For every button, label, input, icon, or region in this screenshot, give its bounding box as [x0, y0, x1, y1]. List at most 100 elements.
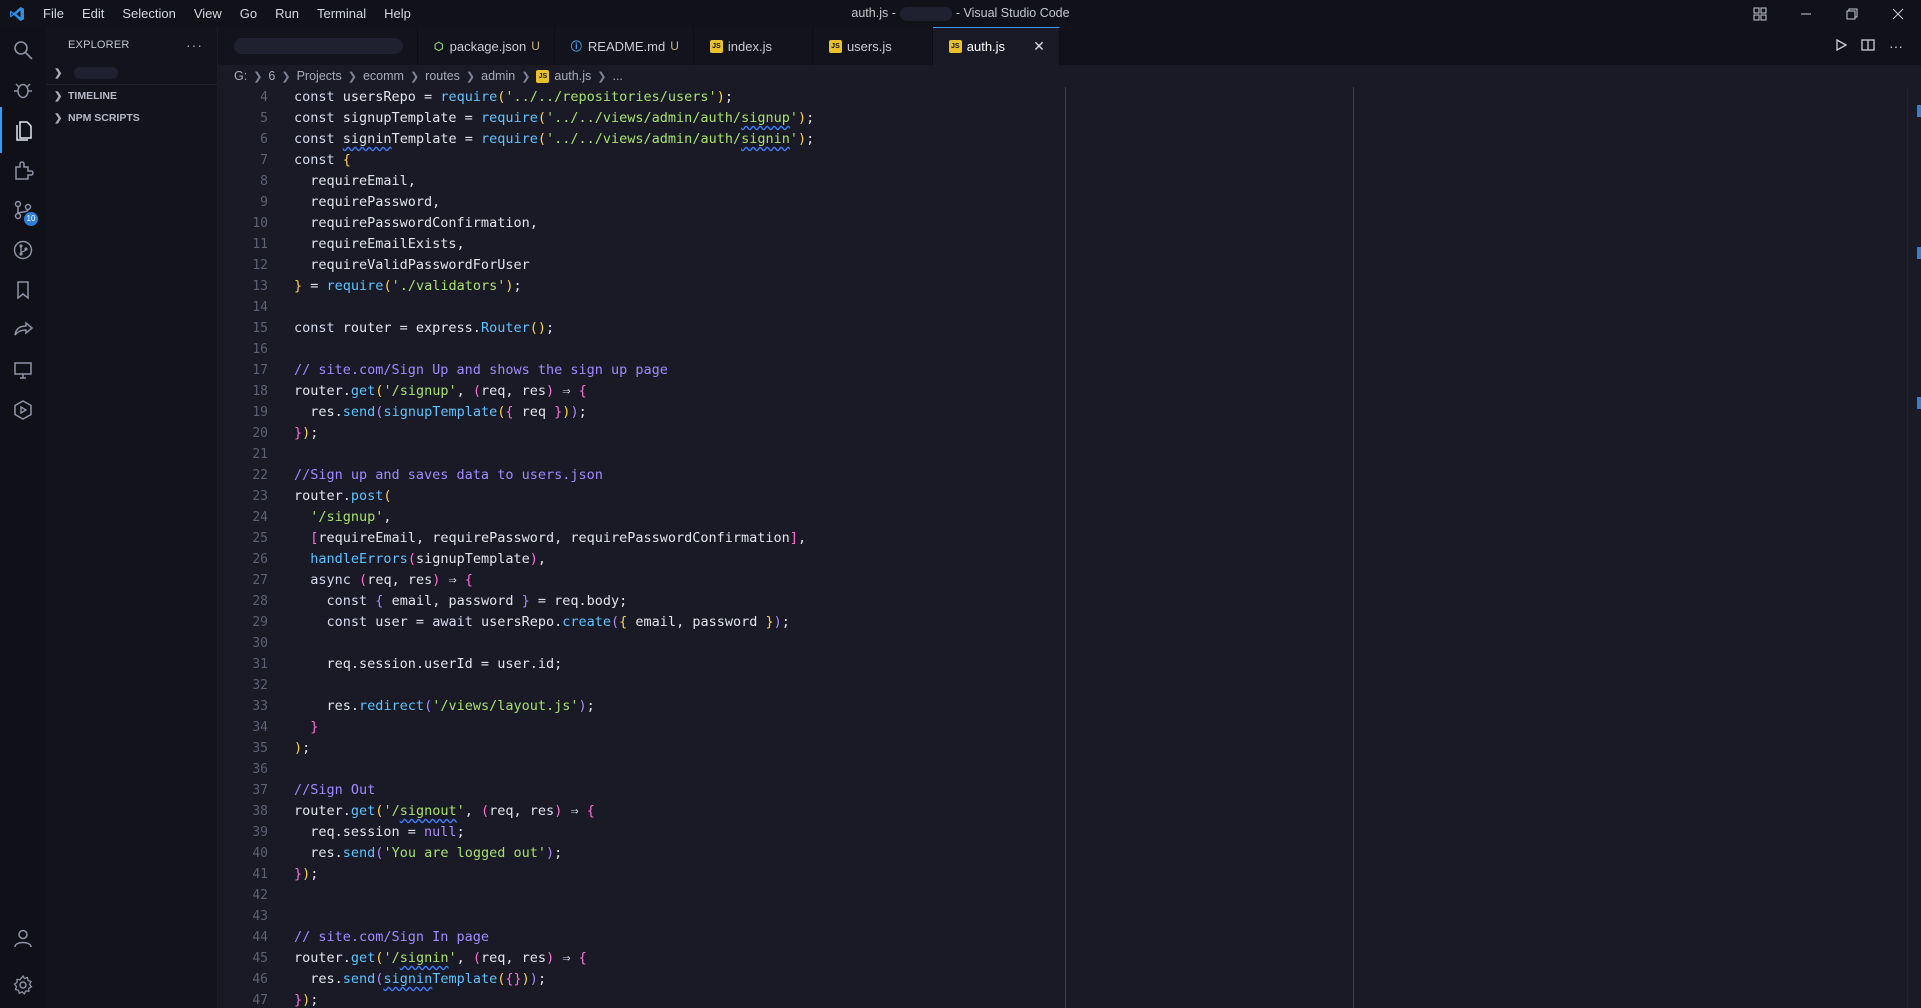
redacted-workspace-name	[74, 67, 118, 79]
code-lines: const usersRepo = require('../../reposit…	[294, 87, 814, 1008]
vertical-scrollbar[interactable]	[1907, 87, 1921, 1008]
tab-label: users.js	[846, 38, 892, 54]
line-number: 16	[252, 342, 268, 357]
breadcrumb: G: ❯ 6 ❯ Projects ❯ ecomm ❯ routes ❯ admin ❯ J…	[218, 65, 1921, 87]
timeline-section[interactable]: ❯ TIMELINE	[46, 85, 217, 107]
code-line: res.send(signinTemplate({}));	[294, 971, 547, 987]
tab-redacted[interactable]	[218, 27, 418, 65]
menu-run[interactable]: Run	[266, 0, 308, 27]
line-number: 9	[260, 195, 268, 210]
menu-go[interactable]: Go	[231, 0, 266, 27]
menu-help[interactable]: Help	[375, 0, 420, 27]
breadcrumb-item[interactable]: ecomm	[363, 69, 404, 83]
code-line: handleErrors(signupTemplate),	[310, 551, 547, 567]
window-title-file: auth.js -	[851, 6, 896, 20]
menu-view[interactable]: View	[185, 0, 231, 27]
editor-actions: ···	[1835, 27, 1921, 65]
restore-icon[interactable]	[1829, 0, 1875, 27]
line-number: 24	[252, 510, 268, 525]
editor-tab-bar: ⬡ package.json U ⓘ README.md U JS index.…	[218, 27, 1921, 65]
line-number: 12	[252, 258, 268, 273]
code-editor[interactable]: 4 5 6 7 8 9 10 11 12 13 14 15 16 17 18 19 20 21 22 23 24 25 26…	[218, 87, 1921, 1008]
line-number: 22	[252, 468, 268, 483]
split-editor-icon[interactable]	[1861, 38, 1875, 55]
run-icon[interactable]	[1835, 38, 1848, 54]
breadcrumb-item[interactable]: G:	[234, 69, 247, 83]
npm-scripts-section[interactable]: ❯ NPM SCRIPTS	[46, 107, 217, 129]
menu-selection[interactable]: Selection	[113, 0, 184, 27]
json-file-icon: ⬡	[434, 40, 444, 53]
code-line: });	[294, 866, 319, 882]
menu-edit[interactable]: Edit	[73, 0, 113, 27]
line-number: 40	[252, 846, 268, 861]
tab-label: package.json	[449, 38, 527, 54]
minimize-icon[interactable]	[1783, 0, 1829, 27]
more-actions-icon[interactable]: ···	[1889, 38, 1903, 54]
line-number: 14	[252, 300, 268, 315]
more-actions-icon[interactable]: ···	[186, 37, 203, 53]
js-file-icon: JS	[948, 40, 962, 53]
code-line: res.send('You are logged out');	[294, 845, 563, 861]
code-line: //Sign up and saves data to users.json	[294, 467, 603, 483]
line-number: 6	[260, 132, 268, 147]
timeline-label: TIMELINE	[68, 90, 117, 102]
breadcrumb-item[interactable]: Projects	[297, 69, 342, 83]
code-line: const usersRepo = require('../../reposit…	[294, 89, 733, 105]
info-icon: ⓘ	[570, 41, 582, 53]
menu-terminal[interactable]: Terminal	[308, 0, 375, 27]
explorer-header: EXPLORER ···	[46, 27, 217, 62]
js-file-icon: JS	[536, 69, 550, 83]
code-line: const user = await usersRepo.create({ em…	[326, 614, 790, 630]
code-line: router.post(	[294, 488, 392, 504]
line-number: 13	[252, 279, 268, 294]
code-line: //Sign Out	[294, 782, 376, 798]
line-number: 37	[252, 783, 268, 798]
layout-icon[interactable]	[1737, 0, 1783, 27]
code-line: router.get('/signin', (req, res) ⇒ {	[294, 950, 587, 966]
code-line: requireEmailExists,	[294, 236, 465, 252]
breadcrumb-item[interactable]: ...	[612, 69, 622, 83]
chevron-right-icon: ❯	[347, 70, 357, 83]
menu-bar: File Edit Selection View Go Run Terminal…	[34, 0, 420, 27]
tab-readme-md[interactable]: ⓘ README.md U	[554, 27, 694, 65]
code-line: [requireEmail, requirePassword, requireP…	[310, 530, 807, 546]
code-line: requireValidPasswordForUser	[294, 257, 530, 273]
line-number-gutter: 4 5 6 7 8 9 10 11 12 13 14 15 16 17 18 19 20 21 22 23 24 25 26…	[218, 87, 268, 1008]
account-icon[interactable]	[0, 915, 46, 961]
line-number: 35	[252, 741, 268, 756]
breadcrumb-item[interactable]: routes	[425, 69, 460, 83]
tab-auth-js[interactable]: JS auth.js ✕	[932, 27, 1060, 65]
line-number: 31	[252, 657, 268, 672]
line-number: 18	[252, 384, 268, 399]
code-line: req.session.userId = user.id;	[294, 656, 563, 672]
close-window-icon[interactable]	[1875, 0, 1921, 27]
workspace-folder-section[interactable]: ❯	[46, 62, 217, 84]
breadcrumb-item[interactable]: 6	[268, 69, 275, 83]
window-controls	[1737, 0, 1921, 27]
line-number: 10	[252, 216, 268, 231]
tab-package-json[interactable]: ⬡ package.json U	[418, 27, 555, 65]
breadcrumb-item[interactable]: admin	[481, 69, 515, 83]
code-line: const signinTemplate = require('../../vi…	[294, 131, 815, 147]
chevron-right-icon: ❯	[409, 70, 420, 83]
breadcrumb-item[interactable]: auth.js	[554, 69, 591, 83]
line-number: 20	[252, 426, 268, 441]
run-tests-icon[interactable]	[0, 387, 46, 433]
line-number: 17	[252, 363, 268, 378]
tab-index-js[interactable]: JS index.js	[693, 27, 813, 65]
code-line: res.redirect('/views/layout.js');	[294, 698, 595, 714]
code-line: requireEmail,	[294, 173, 416, 189]
tab-users-js[interactable]: JS users.js	[812, 27, 933, 65]
js-file-icon: JS	[828, 39, 842, 53]
settings-gear-icon[interactable]	[0, 962, 46, 1008]
code-line: const {	[294, 152, 351, 168]
close-tab-icon[interactable]: ✕	[1033, 38, 1045, 55]
menu-file[interactable]: File	[34, 0, 73, 27]
code-line: });	[294, 992, 319, 1008]
